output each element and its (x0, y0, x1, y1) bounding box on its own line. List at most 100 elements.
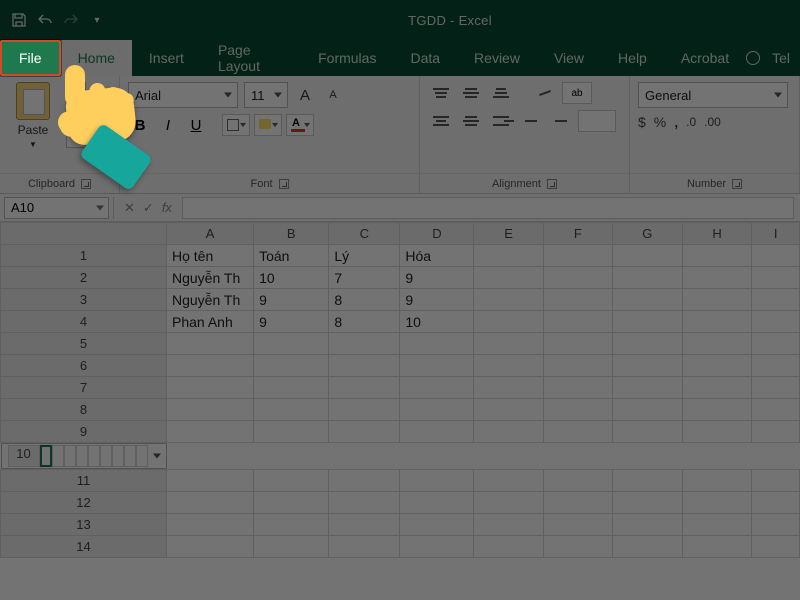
cell[interactable] (682, 377, 752, 399)
cell[interactable]: Toán (254, 245, 329, 267)
cell[interactable] (254, 514, 329, 536)
cell[interactable] (400, 333, 474, 355)
cell[interactable] (400, 536, 474, 558)
align-top-button[interactable] (428, 82, 454, 104)
cell[interactable]: 8 (329, 289, 400, 311)
row-header[interactable]: 6 (1, 355, 167, 377)
cell[interactable]: 9 (400, 289, 474, 311)
cell[interactable] (752, 311, 800, 333)
cell[interactable] (400, 355, 474, 377)
cell[interactable] (612, 377, 682, 399)
cell[interactable] (543, 267, 612, 289)
align-middle-button[interactable] (458, 82, 484, 104)
cell[interactable] (612, 267, 682, 289)
save-icon[interactable] (8, 9, 30, 31)
qat-customize-icon[interactable]: ▾ (86, 9, 108, 31)
cell[interactable] (543, 245, 612, 267)
tab-page-layout[interactable]: Page Layout (201, 40, 301, 76)
cell[interactable]: 9 (254, 289, 329, 311)
cell[interactable] (474, 377, 543, 399)
row-header[interactable]: 13 (1, 514, 167, 536)
cell[interactable]: Nguyễn Th (167, 267, 254, 289)
formula-input[interactable] (182, 197, 794, 219)
cell[interactable] (682, 514, 752, 536)
currency-button[interactable]: $ (638, 114, 646, 130)
col-header-I[interactable]: I (752, 223, 800, 245)
tab-formulas[interactable]: Formulas (301, 40, 393, 76)
cell[interactable] (254, 536, 329, 558)
cell[interactable] (752, 536, 800, 558)
cell[interactable] (612, 399, 682, 421)
cell[interactable] (752, 399, 800, 421)
tab-acrobat[interactable]: Acrobat (664, 40, 746, 76)
cell[interactable] (124, 445, 136, 467)
cell[interactable] (400, 470, 474, 492)
cell[interactable] (400, 399, 474, 421)
cell[interactable] (612, 311, 682, 333)
cell[interactable] (612, 245, 682, 267)
row-header[interactable]: 7 (1, 377, 167, 399)
cell[interactable] (400, 421, 474, 443)
col-header-C[interactable]: C (329, 223, 400, 245)
cancel-formula-icon[interactable]: ✕ (124, 200, 135, 216)
cell[interactable] (752, 377, 800, 399)
col-header-B[interactable]: B (254, 223, 329, 245)
clipboard-launcher-icon[interactable] (81, 179, 91, 189)
cell[interactable] (254, 492, 329, 514)
row-header[interactable]: 11 (1, 470, 167, 492)
cell[interactable] (329, 355, 400, 377)
shrink-font-button[interactable]: A (322, 84, 344, 106)
merge-center-button[interactable] (578, 110, 616, 132)
cell[interactable] (474, 267, 543, 289)
font-color-button[interactable]: A (286, 114, 314, 136)
cell[interactable]: 9 (254, 311, 329, 333)
cell[interactable] (612, 333, 682, 355)
cell[interactable] (254, 333, 329, 355)
tab-home[interactable]: Home (61, 40, 132, 76)
cell[interactable] (543, 514, 612, 536)
row-header[interactable]: 4 (1, 311, 167, 333)
enter-formula-icon[interactable]: ✓ (143, 200, 154, 216)
cell[interactable] (167, 377, 254, 399)
select-all-button[interactable] (1, 223, 167, 245)
cell[interactable] (167, 514, 254, 536)
cell[interactable] (474, 536, 543, 558)
redo-icon[interactable] (60, 9, 82, 31)
cell[interactable] (682, 399, 752, 421)
cell[interactable] (612, 421, 682, 443)
cell-selected[interactable] (40, 445, 52, 467)
alignment-launcher-icon[interactable] (547, 179, 557, 189)
cell[interactable] (752, 333, 800, 355)
name-box[interactable]: A10 (4, 197, 109, 219)
decrease-decimal-button[interactable]: .00 (704, 115, 721, 129)
cell[interactable] (254, 377, 329, 399)
tab-file[interactable]: File (0, 40, 61, 76)
cell[interactable] (329, 514, 400, 536)
cell[interactable] (474, 355, 543, 377)
cell[interactable]: Phan Anh (167, 311, 254, 333)
decrease-indent-button[interactable] (518, 110, 544, 132)
cell[interactable] (543, 311, 612, 333)
cell[interactable] (329, 399, 400, 421)
cell[interactable] (474, 421, 543, 443)
cell[interactable] (136, 445, 148, 467)
cell[interactable]: 8 (329, 311, 400, 333)
tab-view[interactable]: View (537, 40, 601, 76)
row-header[interactable]: 9 (1, 421, 167, 443)
col-header-E[interactable]: E (474, 223, 543, 245)
tab-insert[interactable]: Insert (132, 40, 201, 76)
underline-button[interactable]: U (184, 117, 208, 134)
cell[interactable] (88, 445, 100, 467)
font-name-select[interactable]: Arial (128, 82, 238, 108)
cell[interactable] (167, 399, 254, 421)
tell-me-icon[interactable] (746, 51, 760, 65)
cell[interactable] (64, 445, 76, 467)
cell[interactable] (543, 333, 612, 355)
number-format-select[interactable]: General (638, 82, 788, 108)
cell[interactable] (474, 289, 543, 311)
col-header-F[interactable]: F (543, 223, 612, 245)
cell[interactable] (682, 289, 752, 311)
row-header[interactable]: 1 (1, 245, 167, 267)
cell[interactable] (612, 470, 682, 492)
tab-help[interactable]: Help (601, 40, 664, 76)
